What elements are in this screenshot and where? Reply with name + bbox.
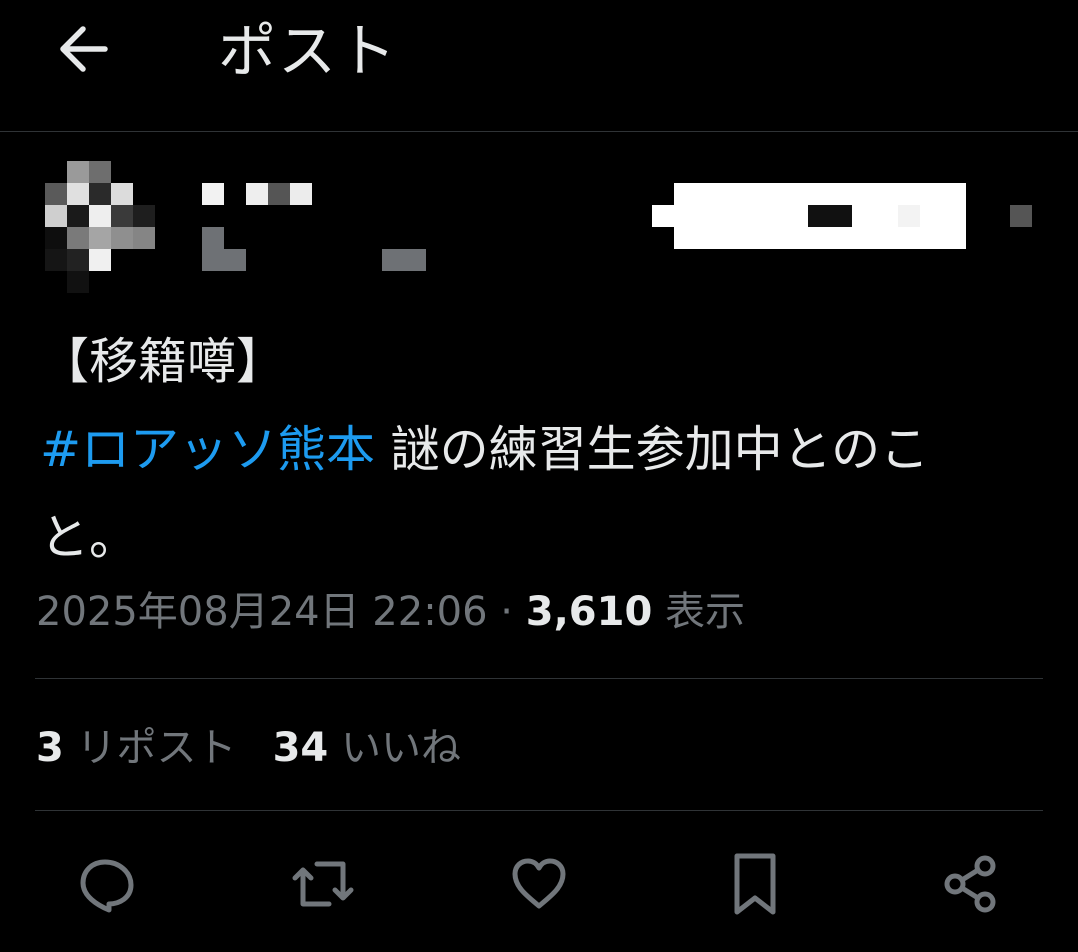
action-bar [0, 848, 1078, 924]
like-button[interactable] [503, 848, 575, 920]
divider [35, 678, 1043, 679]
divider [35, 810, 1043, 811]
heart-icon [512, 858, 566, 909]
reply-button[interactable] [71, 848, 143, 920]
likes-count: 34 [272, 725, 329, 771]
hashtag-link[interactable]: #ロアッソ熊本 [40, 421, 375, 478]
post-text-line-3: と。 [40, 509, 139, 566]
post-header: ポスト [0, 0, 1078, 132]
repost-button[interactable] [287, 848, 359, 920]
post-stats: 3 リポスト 34 いいね [36, 722, 497, 774]
post-text-body: 謎の練習生参加中とのこ [375, 421, 930, 478]
post-text: 【移籍噂】 #ロアッソ熊本 謎の練習生参加中とのこ と。 [40, 318, 1030, 582]
share-button[interactable] [935, 848, 1007, 920]
likes-label: いいね [328, 725, 461, 771]
post-text-line-2: #ロアッソ熊本 謎の練習生参加中とのこ [40, 406, 1030, 494]
share-icon [944, 855, 996, 913]
post-meta: 2025年08月24日 22:06 · 3,610 表示 [36, 586, 745, 638]
reposts-count: 3 [36, 725, 64, 771]
meta-separator: · [487, 589, 526, 635]
reply-icon [80, 859, 134, 913]
post-text-line-1: 【移籍噂】 [40, 333, 286, 390]
bookmark-button[interactable] [719, 848, 791, 920]
page-title: ポスト [218, 17, 399, 85]
likes-stat[interactable]: 34 いいね [273, 725, 461, 771]
reposts-label: リポスト [63, 725, 237, 771]
views-count: 3,610 [525, 589, 653, 635]
timestamp[interactable]: 2025年08月24日 22:06 [36, 589, 488, 635]
arrow-left-icon [60, 26, 108, 72]
back-button[interactable] [52, 22, 114, 76]
views-label: 表示 [652, 589, 745, 635]
repost-icon [292, 861, 354, 907]
author-info-redacted [40, 158, 1040, 298]
bookmark-icon [734, 853, 776, 915]
reposts-stat[interactable]: 3 リポスト [36, 725, 237, 771]
